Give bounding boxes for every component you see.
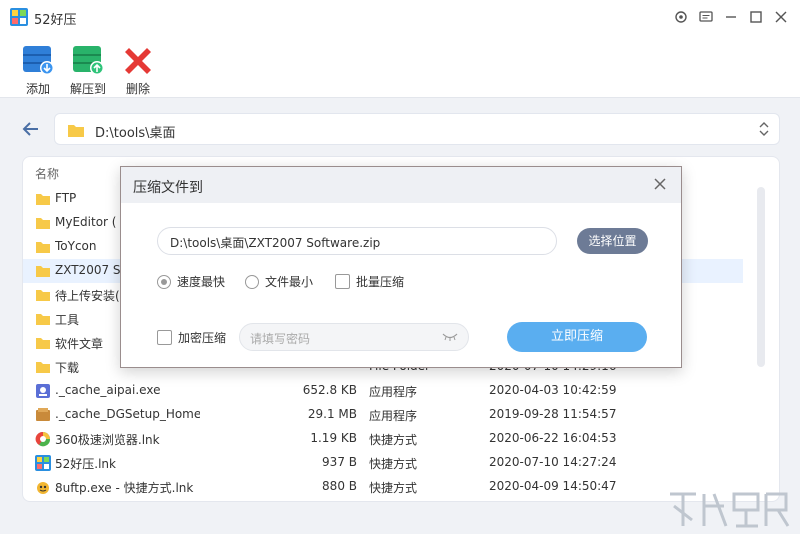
scrollbar[interactable] xyxy=(757,187,765,367)
password-placeholder: 请填写密码 xyxy=(250,332,311,346)
column-header-name[interactable]: 名称 xyxy=(35,165,59,182)
checkbox-batch[interactable] xyxy=(335,274,350,289)
dialog-title: 压缩文件到 xyxy=(133,180,203,196)
compress-now-button[interactable]: 立即压缩 xyxy=(507,322,647,352)
file-type: 快捷方式 xyxy=(369,433,418,447)
file-name: 8uftp.exe - 快捷方式.lnk xyxy=(55,481,194,495)
folder-icon xyxy=(35,263,51,279)
installer-icon xyxy=(35,407,51,423)
feedback-icon[interactable] xyxy=(697,8,715,26)
list-item[interactable]: 52好压.lnk 937 B 快捷方式 2020-07-10 14:27:24 xyxy=(23,451,743,475)
file-date: 2020-07-10 14:27:24 xyxy=(489,455,617,469)
radio-fastest[interactable] xyxy=(157,274,171,289)
add-archive-icon xyxy=(23,46,54,75)
app-title: 52好压 xyxy=(34,13,77,28)
checkbox-encrypt[interactable] xyxy=(157,330,172,345)
delete-icon xyxy=(125,48,151,74)
file-date: 2020-04-03 10:42:59 xyxy=(489,383,617,397)
arrow-left-icon xyxy=(22,122,38,136)
file-name: ._cache_aipai.exe xyxy=(55,383,161,397)
option-batch-label: 批量压缩 xyxy=(356,275,405,289)
close-button[interactable] xyxy=(772,8,790,26)
delete-label: 删除 xyxy=(125,82,150,96)
folder-icon xyxy=(68,125,84,137)
file-size: 1.19 KB xyxy=(310,431,357,445)
path-text: D:\tools\桌面 xyxy=(95,126,176,141)
dialog-header: 压缩文件到 xyxy=(121,167,681,203)
file-size: 29.1 MB xyxy=(307,407,357,421)
file-name: ._cache_DGSetup_Home_I xyxy=(55,407,200,421)
option-batch[interactable]: 批量压缩 xyxy=(335,273,404,290)
option-encrypt[interactable]: 加密压缩 xyxy=(157,329,226,346)
maximize-button[interactable] xyxy=(747,8,765,26)
path-bar[interactable]: D:\tools\桌面 xyxy=(54,113,780,145)
extract-button[interactable]: 解压到 xyxy=(63,44,113,97)
file-type: 应用程序 xyxy=(369,409,418,423)
file-name: 52好压.lnk xyxy=(55,457,116,471)
extract-archive-icon xyxy=(73,46,104,75)
file-date: 2020-06-22 16:04:53 xyxy=(489,431,617,445)
add-button[interactable]: 添加 xyxy=(13,44,63,97)
output-path-field[interactable]: D:\tools\桌面\ZXT2007 Software.zip xyxy=(157,227,557,255)
app-logo-icon xyxy=(10,8,28,26)
folder-icon xyxy=(35,191,51,207)
ftp-icon xyxy=(35,479,51,495)
extract-label: 解压到 xyxy=(69,82,106,96)
folder-icon xyxy=(35,311,51,327)
list-item[interactable]: ._cache_DGSetup_Home_I 29.1 MB 应用程序 2019-09… xyxy=(23,403,743,427)
choose-location-button[interactable]: 选择位置 xyxy=(577,228,648,254)
file-size: 652.8 KB xyxy=(302,383,357,397)
compress-dialog: 压缩文件到 D:\tools\桌面\ZXT2007 Software.zip 选… xyxy=(120,166,682,368)
file-date: 2019-09-28 11:54:57 xyxy=(489,407,617,421)
file-type: 快捷方式 xyxy=(369,457,418,471)
option-smallest-label: 文件最小 xyxy=(265,275,314,289)
folder-icon xyxy=(35,287,51,303)
option-encrypt-label: 加密压缩 xyxy=(178,331,227,345)
folder-icon xyxy=(35,215,51,231)
eye-closed-icon[interactable] xyxy=(442,332,458,342)
sort-arrows-icon[interactable] xyxy=(759,121,769,137)
exe-icon xyxy=(35,383,51,399)
watermark-logo xyxy=(670,492,790,528)
delete-button[interactable]: 删除 xyxy=(113,44,163,97)
option-fastest-label: 速度最快 xyxy=(177,275,226,289)
folder-icon xyxy=(35,359,51,375)
password-input[interactable]: 请填写密码 xyxy=(239,323,469,351)
file-type: 快捷方式 xyxy=(369,481,418,495)
title-bar: 52好压 xyxy=(0,0,800,34)
file-size: 880 B xyxy=(322,479,357,493)
radio-smallest[interactable] xyxy=(245,274,259,289)
haozip-icon xyxy=(35,455,51,471)
folder-icon xyxy=(35,239,51,255)
list-item[interactable]: 8uftp.exe - 快捷方式.lnk 880 B 快捷方式 2020-04-09 … xyxy=(23,475,743,499)
file-name: 360极速浏览器.lnk xyxy=(55,433,160,447)
option-fastest[interactable]: 速度最快 xyxy=(157,273,225,290)
list-item[interactable]: 360极速浏览器.lnk 1.19 KB 快捷方式 2020-06-22 16:04:… xyxy=(23,427,743,451)
toolbar: 添加 解压到 删除 xyxy=(0,34,800,98)
file-type: 应用程序 xyxy=(369,385,418,399)
minimize-button[interactable] xyxy=(722,8,740,26)
file-size: 937 B xyxy=(322,455,357,469)
browser-icon xyxy=(35,431,51,447)
folder-icon xyxy=(35,335,51,351)
option-smallest[interactable]: 文件最小 xyxy=(245,273,313,290)
settings-icon[interactable] xyxy=(672,8,690,26)
close-icon[interactable] xyxy=(651,175,669,193)
back-button[interactable] xyxy=(20,118,44,140)
list-item[interactable]: ._cache_aipai.exe 652.8 KB 应用程序 2020-04-03 … xyxy=(23,379,743,403)
file-date: 2020-04-09 14:50:47 xyxy=(489,479,617,493)
add-label: 添加 xyxy=(25,82,50,96)
